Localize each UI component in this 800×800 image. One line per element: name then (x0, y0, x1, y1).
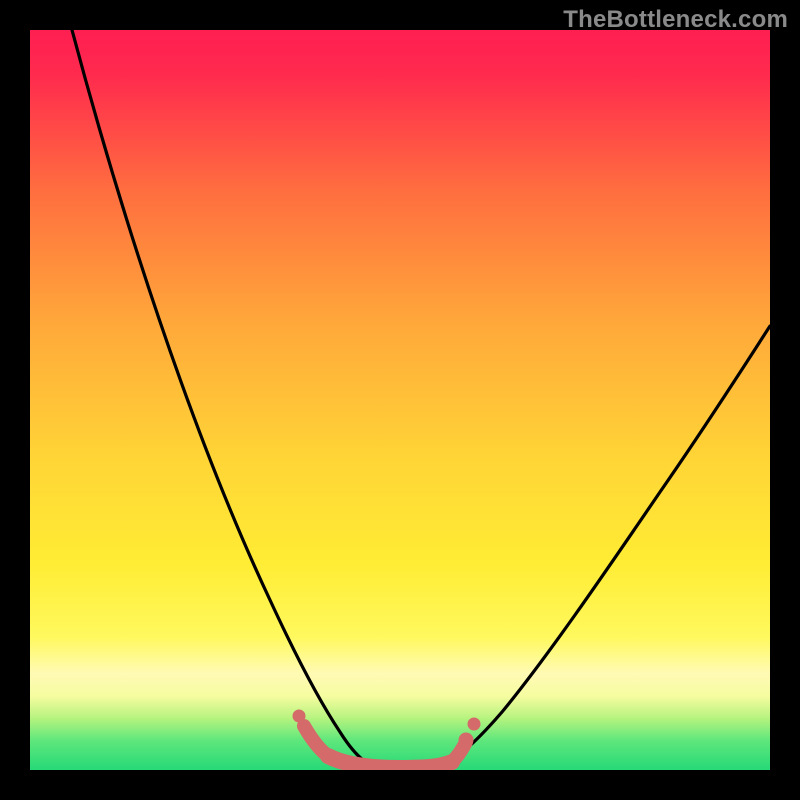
bottleneck-chart (0, 0, 800, 800)
watermark-text: TheBottleneck.com (563, 6, 788, 34)
chart-container: TheBottleneck.com (0, 0, 800, 800)
plot-background (30, 30, 770, 770)
